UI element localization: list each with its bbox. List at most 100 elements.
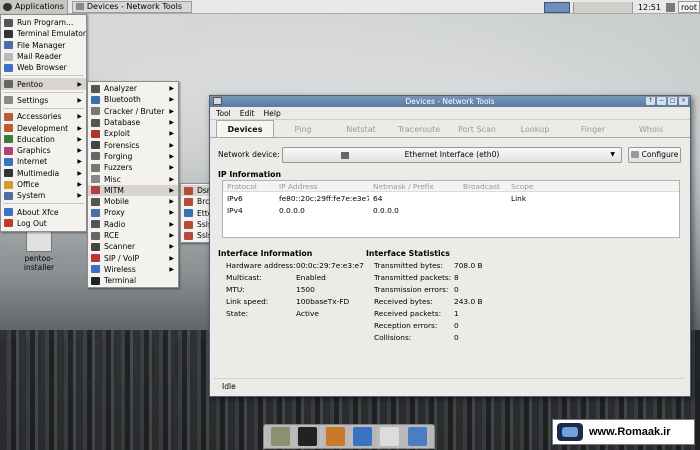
field-value: 1500 xyxy=(296,285,315,294)
pentoo-item-analyzer[interactable]: Analyzer ▶ xyxy=(88,83,178,94)
pentoo-item-database[interactable]: Database ▶ xyxy=(88,117,178,128)
pentoo-item-forging[interactable]: Forging ▶ xyxy=(88,151,178,162)
tab-netstat[interactable]: Netstat xyxy=(332,122,390,137)
browser-icon[interactable] xyxy=(353,427,373,446)
pentoo-item-rce[interactable]: RCE ▶ xyxy=(88,230,178,241)
menu-item-mail-reader[interactable]: Mail Reader xyxy=(1,51,86,62)
pentoo-item-wireless[interactable]: Wireless ▶ xyxy=(88,264,178,275)
stats-row: Received packets: 1 xyxy=(374,309,459,318)
field-value: 708.0 B xyxy=(454,261,483,270)
pentoo-item-fuzzers[interactable]: Fuzzers ▶ xyxy=(88,162,178,173)
configure-icon xyxy=(630,151,639,158)
tab-traceroute[interactable]: Traceroute xyxy=(390,122,448,137)
pentoo-item-sip-voip[interactable]: SIP / VoIP ▶ xyxy=(88,252,178,263)
menu-item-graphics[interactable]: Graphics ▶ xyxy=(1,145,86,156)
menu-separator xyxy=(3,75,84,77)
applications-button[interactable]: Applications xyxy=(0,0,68,14)
configure-button[interactable]: Configure xyxy=(628,146,681,163)
close-icon[interactable]: × xyxy=(679,97,688,105)
workspace-area[interactable] xyxy=(572,1,633,13)
bottom-dock xyxy=(263,424,435,449)
dsniff-icon xyxy=(184,186,193,195)
globe-icon xyxy=(4,63,13,72)
menu-item-terminal-emulator[interactable]: Terminal Emulator xyxy=(1,28,86,39)
column-header-broadcast[interactable]: Broadcast xyxy=(459,182,507,191)
tab-finger[interactable]: Finger xyxy=(564,122,622,137)
chevron-right-icon: ▶ xyxy=(169,119,174,127)
menu-item-label: Development xyxy=(17,123,69,133)
menu-item-run-program[interactable]: Run Program... xyxy=(1,17,86,28)
menu-tool[interactable]: Tool xyxy=(216,109,231,118)
system-icon xyxy=(4,191,13,200)
taskbar-window-button[interactable]: Devices - Network Tools xyxy=(71,0,192,13)
pentoo-item-bluetooth[interactable]: Bluetooth ▶ xyxy=(88,94,178,105)
menu-item-system[interactable]: System ▶ xyxy=(1,190,86,201)
pentoo-item-proxy[interactable]: Proxy ▶ xyxy=(88,207,178,218)
window-titlebar[interactable]: Devices - Network Tools ↑ − □ × xyxy=(210,96,690,107)
pentoo-item-radio[interactable]: Radio ▶ xyxy=(88,219,178,230)
desktop-icon-pentoo-installer[interactable]: pentoo-installer xyxy=(14,230,64,272)
table-cell: Link xyxy=(511,193,527,203)
menu-item-log-out[interactable]: Log Out xyxy=(1,218,86,229)
graphics-icon xyxy=(4,146,13,155)
window-menu-icon[interactable] xyxy=(213,97,222,105)
tab-devices[interactable]: Devices xyxy=(216,120,274,137)
menu-item-label: Exploit xyxy=(104,129,130,139)
menu-help[interactable]: Help xyxy=(263,109,280,118)
column-header-protocol[interactable]: Protocol xyxy=(223,182,275,191)
pentoo-item-cracker-bruter[interactable]: Cracker / Bruter ▶ xyxy=(88,106,178,117)
iface-row: State: Active xyxy=(226,309,319,318)
maximize-icon[interactable]: □ xyxy=(668,97,677,105)
menu-item-accessories[interactable]: Accessories ▶ xyxy=(1,111,86,122)
pentoo-item-mobile[interactable]: Mobile ▶ xyxy=(88,196,178,207)
development-icon xyxy=(4,124,13,133)
ip-table[interactable]: Protocol IP Address Netmask / Prefix Broadc… xyxy=(222,180,680,238)
notes-icon[interactable] xyxy=(325,427,345,446)
raise-icon[interactable]: ↑ xyxy=(646,97,655,105)
pentoo-item-misc[interactable]: Misc ▶ xyxy=(88,173,178,184)
info-icon xyxy=(4,208,13,217)
menu-item-education[interactable]: Education ▶ xyxy=(1,134,86,145)
pentoo-item-exploit[interactable]: Exploit ▶ xyxy=(88,128,178,139)
table-row[interactable]: IPv4 0.0.0.0 0.0.0.0 xyxy=(223,204,679,216)
tab-ping[interactable]: Ping xyxy=(274,122,332,137)
search-icon[interactable] xyxy=(380,427,400,446)
column-header-ip-address[interactable]: IP Address xyxy=(275,182,369,191)
column-header-scope[interactable]: Scope xyxy=(507,182,557,191)
menu-item-web-browser[interactable]: Web Browser xyxy=(1,62,86,73)
folder-icon[interactable] xyxy=(407,427,427,446)
column-header-netmask-prefix[interactable]: Netmask / Prefix xyxy=(369,182,459,191)
tab-whois[interactable]: Whois xyxy=(622,122,680,137)
menu-item-development[interactable]: Development ▶ xyxy=(1,122,86,133)
tab-lookup[interactable]: Lookup xyxy=(506,122,564,137)
menu-item-label: Terminal xyxy=(104,276,137,286)
user-label[interactable]: root xyxy=(677,1,700,13)
menu-item-multimedia[interactable]: Multimedia ▶ xyxy=(1,168,86,179)
menu-item-label: Forensics xyxy=(104,140,140,150)
pentoo-item-forensics[interactable]: Forensics ▶ xyxy=(88,139,178,150)
pentoo-item-scanner[interactable]: Scanner ▶ xyxy=(88,241,178,252)
pentoo-item-terminal[interactable]: Terminal xyxy=(88,275,178,286)
pentoo-item-mitm[interactable]: MITM ▶ xyxy=(88,184,178,196)
workspace-icon[interactable] xyxy=(271,427,291,446)
tab-port-scan[interactable]: Port Scan xyxy=(448,122,506,137)
menu-item-office[interactable]: Office ▶ xyxy=(1,179,86,190)
device-combobox[interactable]: Ethernet Interface (eth0) ▼ xyxy=(282,146,622,163)
menu-edit[interactable]: Edit xyxy=(240,109,255,118)
chevron-right-icon: ▶ xyxy=(169,243,174,251)
table-row[interactable]: IPv6 fe80::20c:29ff:fe7e:e3e7 64 Link xyxy=(223,192,679,204)
table-cell: IPv4 xyxy=(227,205,243,215)
field-label: State: xyxy=(226,309,249,318)
menu-item-file-manager[interactable]: File Manager xyxy=(1,40,86,51)
menu-item-about-xfce[interactable]: About Xfce xyxy=(1,206,86,217)
office-icon xyxy=(4,180,13,189)
terminal-icon[interactable] xyxy=(298,427,318,446)
minimize-icon[interactable]: − xyxy=(657,97,666,105)
menu-item-settings[interactable]: Settings ▶ xyxy=(1,95,86,106)
menu-item-internet[interactable]: Internet ▶ xyxy=(1,156,86,167)
mitm-icon xyxy=(91,186,100,195)
workspace-switcher[interactable] xyxy=(543,1,570,13)
menu-item-pentoo[interactable]: Pentoo ▶ xyxy=(1,78,86,90)
table-cell: fe80::20c:29ff:fe7e:e3e7 xyxy=(279,193,369,203)
sip-voip-icon xyxy=(91,254,100,263)
